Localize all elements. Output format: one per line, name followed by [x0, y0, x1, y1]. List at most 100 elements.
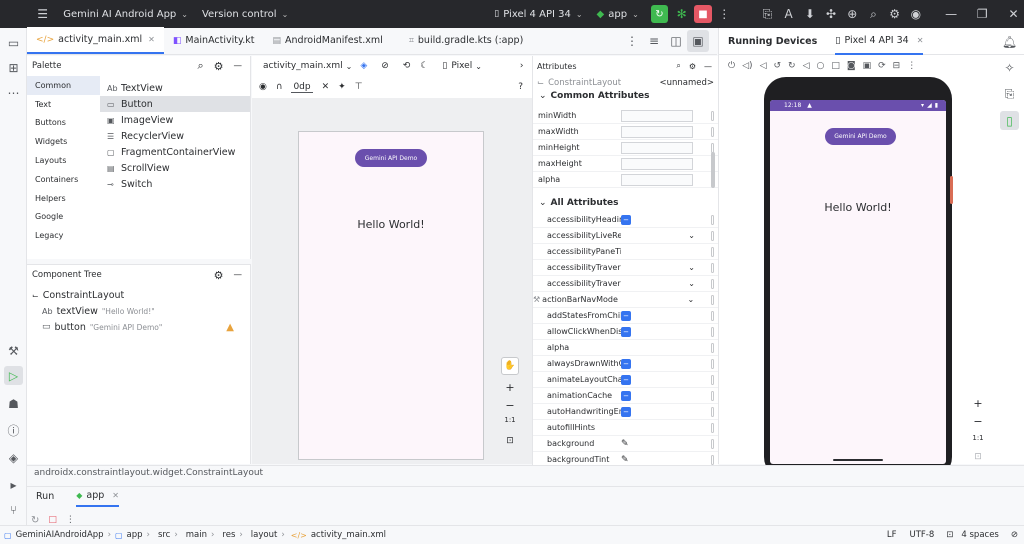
gradle-icon[interactable]: ◈: [4, 448, 23, 467]
gear-icon[interactable]: ⚙: [689, 62, 696, 71]
id-value[interactable]: <unnamed>: [659, 78, 714, 88]
eye-icon[interactable]: ◉: [259, 82, 267, 92]
zoom-actual-size-button[interactable]: 1:1: [501, 416, 519, 430]
checkbox[interactable]: −: [621, 390, 631, 401]
zoom-in-button[interactable]: +: [501, 379, 519, 397]
attr-reference-icon[interactable]: [711, 214, 714, 225]
pencil-icon[interactable]: ✎: [621, 439, 629, 449]
preview-textview[interactable]: Hello World!: [299, 218, 483, 231]
checkbox[interactable]: −: [621, 358, 631, 369]
attr-reference-icon[interactable]: [711, 406, 714, 417]
tab-main-activity[interactable]: ◧ MainActivity.kt: [164, 27, 264, 54]
snapshot-icon[interactable]: ⟳: [878, 61, 886, 71]
attr-row[interactable]: accessibilityLiveRegi... ⌄: [533, 228, 718, 244]
attr-reference-icon[interactable]: [711, 142, 714, 153]
gesture-bar[interactable]: [833, 459, 883, 461]
plugin-icon[interactable]: ✣: [820, 3, 841, 25]
search-icon[interactable]: ⌕: [863, 3, 884, 25]
device-tab[interactable]: ▯ Pixel 4 API 34 ✕: [835, 28, 924, 55]
memory-icon[interactable]: ⊘: [1011, 530, 1018, 540]
device-zoom-actual-size-button[interactable]: 1:1: [969, 434, 987, 448]
device-zoom-fit-icon[interactable]: ⊡: [969, 448, 987, 466]
warning-icon[interactable]: ▲: [226, 322, 234, 333]
git-icon[interactable]: ⑂: [4, 500, 23, 519]
tree-item-button[interactable]: ▭ button "Gemini API Demo" ▲: [27, 319, 250, 335]
encoding[interactable]: UTF-8: [909, 530, 934, 540]
phone-screen[interactable]: 12:18 ▲ ▾ ◢ ▮ Gemini API Demo Hello Worl…: [770, 100, 946, 464]
device-dropdown[interactable]: ▯ Pixel ⌄: [442, 61, 481, 71]
attr-reference-icon[interactable]: [711, 246, 714, 257]
logcat-icon[interactable]: ☗: [4, 394, 23, 413]
tree-item-textview[interactable]: Ab textView "Hello World!": [27, 303, 250, 319]
default-margin-field[interactable]: 0dp: [291, 82, 313, 93]
translate-icon[interactable]: A: [778, 3, 799, 25]
gear-icon[interactable]: ⚙: [214, 60, 224, 73]
blueprint-icon[interactable]: ⊘: [381, 61, 389, 71]
project-icon[interactable]: ▭: [4, 33, 23, 52]
attr-row[interactable]: ⚒ actionBarNavMode ⌄: [533, 292, 718, 308]
rotate-right-icon[interactable]: ↻: [788, 61, 796, 71]
layout-file-dropdown[interactable]: activity_main.xml ⌄: [263, 61, 352, 71]
overview-icon[interactable]: □: [831, 61, 840, 71]
device-manager-icon[interactable]: ⎘: [757, 3, 778, 25]
terminal-icon[interactable]: ▸: [4, 475, 23, 494]
preview-button[interactable]: Gemini API Demo: [355, 149, 427, 167]
attr-row[interactable]: accessibilityTravers... ⌄: [533, 276, 718, 292]
breadcrumb-item[interactable]: activity_main.xml: [311, 530, 386, 540]
device-zoom-out-button[interactable]: −: [969, 413, 987, 431]
category-helpers[interactable]: Helpers: [27, 189, 100, 208]
attr-reference-icon[interactable]: [711, 278, 714, 289]
chevron-down-icon[interactable]: ⌄: [688, 279, 695, 288]
orientation-icon[interactable]: ⟲: [403, 61, 411, 71]
breadcrumb-item[interactable]: res: [222, 530, 235, 540]
checkbox[interactable]: −: [621, 406, 631, 417]
attr-input[interactable]: [621, 157, 693, 170]
attr-row[interactable]: accessibilityPaneTitle: [533, 244, 718, 260]
attr-row[interactable]: autoHandwritingEna...−: [533, 404, 718, 420]
breadcrumb-item[interactable]: main: [186, 530, 207, 540]
device-zoom-in-button[interactable]: +: [969, 395, 987, 413]
split-view-icon[interactable]: ◫: [665, 30, 687, 52]
tab-build-gradle[interactable]: ⌗ build.gradle.kts (:app): [400, 27, 532, 54]
search-icon[interactable]: ⌕: [676, 61, 680, 71]
run-tab[interactable]: ◆ app ✕: [76, 487, 119, 507]
attributes-scrollbar[interactable]: [711, 152, 715, 188]
more-tabs-icon[interactable]: ⋮: [621, 30, 643, 52]
tab-activity-main[interactable]: </> activity_main.xml ✕: [27, 27, 164, 54]
structure-icon[interactable]: ⊞: [4, 58, 23, 77]
attr-input[interactable]: [621, 109, 693, 122]
debug-icon[interactable]: ✻: [671, 3, 692, 25]
line-separator[interactable]: LF: [887, 530, 897, 540]
settings-icon[interactable]: ⚙: [884, 3, 905, 25]
run-config-selector[interactable]: ◆ app ⌄: [597, 9, 639, 20]
pan-button[interactable]: ✋: [501, 357, 519, 375]
palette-item-fragmentcontainerview[interactable]: ▢ FragmentContainerView: [100, 144, 250, 160]
code-with-me-icon[interactable]: ⊕: [842, 3, 863, 25]
attr-reference-icon[interactable]: [711, 262, 714, 273]
infer-constraints-icon[interactable]: ✦: [338, 82, 346, 92]
zoom-fit-icon[interactable]: ⊡: [501, 432, 519, 450]
palette-item-switch[interactable]: ⊸ Switch: [100, 176, 250, 192]
collapse-icon[interactable]: —: [234, 270, 243, 280]
layers-icon[interactable]: ◈: [360, 61, 367, 71]
project-selector[interactable]: Gemini AI Android App ⌄: [63, 9, 188, 20]
palette-item-scrollview[interactable]: ▤ ScrollView: [100, 160, 250, 176]
night-mode-icon[interactable]: ☾: [420, 61, 428, 71]
tree-root[interactable]: ⌙ ConstraintLayout: [27, 287, 250, 303]
problems-icon[interactable]: ⓘ: [4, 421, 23, 440]
collapse-icon[interactable]: —: [704, 62, 712, 71]
attr-row[interactable]: alpha: [533, 340, 718, 356]
checkbox[interactable]: −: [621, 310, 631, 321]
breadcrumb-item[interactable]: app: [127, 530, 143, 540]
attr-row[interactable]: accessibilityHeading −: [533, 212, 718, 228]
close-icon[interactable]: ✕: [112, 491, 119, 500]
attr-row[interactable]: animateLayoutChan...−: [533, 372, 718, 388]
breadcrumb-item[interactable]: GeminiAIAndroidApp: [16, 530, 104, 540]
category-buttons[interactable]: Buttons: [27, 114, 100, 133]
palette-item-imageview[interactable]: ▣ ImageView: [100, 112, 250, 128]
rerun-icon[interactable]: ↻: [31, 515, 39, 526]
stop-button[interactable]: ■: [694, 5, 712, 23]
palette-item-recyclerview[interactable]: ☰ RecyclerView: [100, 128, 250, 144]
category-containers[interactable]: Containers: [27, 170, 100, 189]
sdk-manager-icon[interactable]: ⬇: [799, 3, 820, 25]
